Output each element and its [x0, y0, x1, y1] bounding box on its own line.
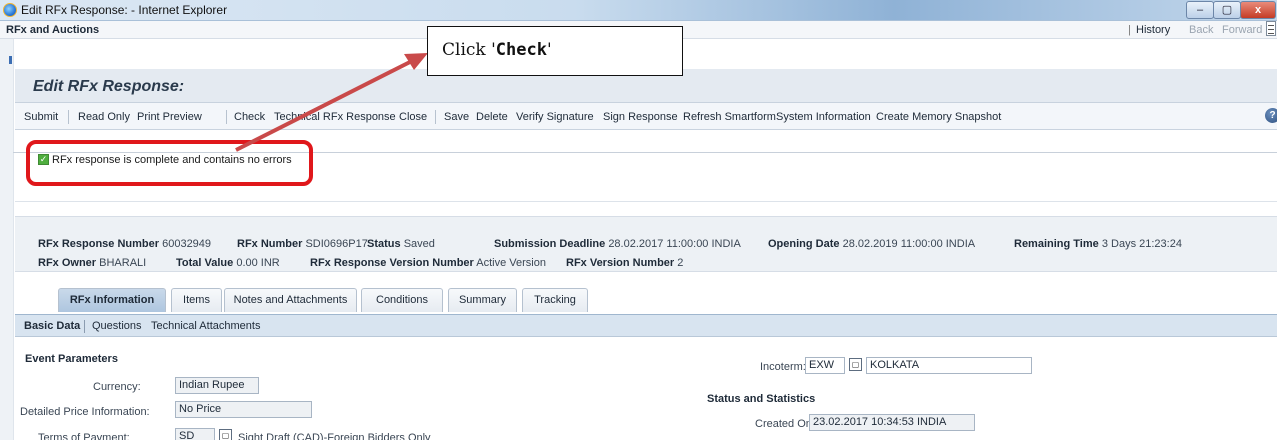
created-on-label: Created On:	[755, 418, 815, 430]
response-number-value: 60032949	[162, 238, 212, 250]
callout-text: Click 'Check'	[442, 40, 552, 60]
price-information-label: Detailed Price Information:	[20, 406, 150, 418]
tab-notes-and-attachments[interactable]: Notes and Attachments	[224, 288, 357, 312]
currency-label: Currency:	[93, 381, 141, 393]
create-memory-snapshot-button[interactable]: Create Memory Snapshot	[876, 111, 1001, 123]
subtab-technical-attachments[interactable]: Technical Attachments	[151, 320, 260, 332]
tab-tracking[interactable]: Tracking	[522, 288, 588, 312]
response-version-value: Active Version	[476, 257, 546, 269]
response-number-label: RFx Response Number	[38, 238, 160, 250]
remaining-time-label: Remaining Time	[1014, 238, 1099, 250]
rfx-number-label: RFx Number	[237, 238, 303, 250]
instruction-callout: Click 'Check'	[427, 26, 683, 76]
arrow-head	[404, 53, 428, 70]
refresh-smartform-button[interactable]: Refresh Smartform	[683, 111, 776, 123]
tab-summary[interactable]: Summary	[448, 288, 517, 312]
remaining-time-value: 3 Days 21:23:24	[1101, 238, 1182, 250]
forward-link[interactable]: Forward	[1222, 24, 1262, 36]
toolbar-separator	[68, 110, 69, 124]
check-button[interactable]: Check	[234, 111, 265, 123]
tab-rfx-information[interactable]: RFx Information	[58, 288, 166, 312]
tab-items[interactable]: Items	[171, 288, 222, 312]
rfx-number-value: SDI0696P17	[305, 238, 368, 250]
submission-deadline-field: Submission Deadline 28.02.2017 11:00:00 …	[494, 238, 741, 250]
remaining-time-field: Remaining Time 3 Days 21:23:24	[1014, 238, 1182, 250]
print-preview-button[interactable]: Print Preview	[137, 111, 202, 123]
response-version-field: RFx Response Version Number Active Versi…	[310, 257, 546, 269]
sign-response-button[interactable]: Sign Response	[603, 111, 678, 123]
help-icon[interactable]: ?	[1265, 108, 1277, 123]
save-button[interactable]: Save	[444, 111, 469, 123]
status-statistics-heading: Status and Statistics	[707, 393, 816, 405]
toolbar-separator	[226, 110, 227, 124]
page-title: Edit RFx Response:	[33, 78, 185, 95]
window-title-bar: Edit RFx Response: - Internet Explorer –…	[0, 0, 1277, 21]
navigation-marker[interactable]	[9, 56, 12, 64]
total-value-label: Total Value	[176, 257, 234, 269]
subtab-separator	[84, 320, 85, 333]
close-button[interactable]: Close	[399, 111, 427, 123]
toolbar: Submit Read Only Print Preview Check Tec…	[15, 103, 1277, 130]
owner-field: RFx Owner BHARALI	[38, 257, 146, 269]
total-value: 0.00 INR	[236, 257, 280, 269]
value-help-icon[interactable]: ▢	[849, 358, 862, 371]
terms-of-payment-label: Terms of Payment:	[38, 432, 130, 440]
owner-value: BHARALI	[99, 257, 147, 269]
opening-date-label: Opening Date	[768, 238, 840, 250]
value-help-icon[interactable]: ▢	[219, 429, 232, 440]
submission-deadline-label: Submission Deadline	[494, 238, 606, 250]
subtab-questions[interactable]: Questions	[92, 320, 142, 332]
highlight-box	[26, 140, 313, 186]
total-value-field: Total Value 0.00 INR	[176, 257, 280, 269]
verify-signature-button[interactable]: Verify Signature	[516, 111, 594, 123]
delete-button[interactable]: Delete	[476, 111, 508, 123]
status-field: Status Saved	[367, 238, 435, 250]
submission-deadline-value: 28.02.2017 11:00:00 INDIA	[608, 238, 741, 250]
owner-label: RFx Owner	[38, 257, 97, 269]
header-separator: |	[1128, 24, 1131, 36]
rfx-number-field: RFx Number SDI0696P17	[237, 238, 368, 250]
window-title: Edit RFx Response: - Internet Explorer	[21, 3, 228, 17]
back-link[interactable]: Back	[1189, 24, 1213, 36]
tab-conditions[interactable]: Conditions	[361, 288, 443, 312]
maximize-button[interactable]: ▢	[1213, 1, 1241, 19]
rfx-version-field: RFx Version Number 2	[566, 257, 683, 269]
rfx-version-label: RFx Version Number	[566, 257, 675, 269]
internet-explorer-icon	[3, 3, 17, 17]
read-only-button[interactable]: Read Only	[78, 111, 130, 123]
history-menu[interactable]: History	[1136, 24, 1170, 36]
app-title: RFx and Auctions	[6, 24, 100, 36]
created-on-field: 23.02.2017 10:34:53 INDIA	[809, 414, 975, 431]
subtab-basic-data[interactable]: Basic Data	[24, 320, 80, 332]
system-information-button[interactable]: System Information	[776, 111, 871, 123]
minimize-button[interactable]: –	[1186, 1, 1214, 19]
response-version-label: RFx Response Version Number	[310, 257, 474, 269]
response-number-field: RFx Response Number 60032949	[38, 238, 211, 250]
callout-prefix: Click '	[442, 40, 496, 60]
terms-of-payment-text: Sight Draft (CAD)-Foreign Bidders Only	[238, 432, 431, 440]
submit-button[interactable]: Submit	[24, 111, 58, 123]
status-value: Saved	[403, 238, 435, 250]
close-window-button[interactable]: x	[1240, 1, 1276, 19]
currency-field[interactable]: Indian Rupee	[175, 377, 259, 394]
toolbar-separator	[435, 110, 436, 124]
incoterm-code-field[interactable]: EXW	[805, 357, 845, 374]
incoterm-label: Incoterm:	[760, 361, 806, 373]
terms-of-payment-code-field[interactable]: SD	[175, 428, 215, 440]
technical-rfx-response-button[interactable]: Technical RFx Response	[274, 111, 396, 123]
callout-keyword: Check	[495, 40, 547, 60]
incoterm-location-field[interactable]: KOLKATA	[866, 357, 1032, 374]
event-parameters-heading: Event Parameters	[25, 353, 118, 365]
menu-icon[interactable]	[1266, 21, 1276, 36]
left-navigation-strip	[0, 39, 14, 440]
price-information-field[interactable]: No Price	[175, 401, 312, 418]
callout-suffix: '	[546, 40, 552, 60]
rfx-version-value: 2	[677, 257, 684, 269]
status-label: Status	[367, 238, 401, 250]
opening-date-value: 28.02.2019 11:00:00 INDIA	[842, 238, 976, 250]
opening-date-field: Opening Date 28.02.2019 11:00:00 INDIA	[768, 238, 975, 250]
